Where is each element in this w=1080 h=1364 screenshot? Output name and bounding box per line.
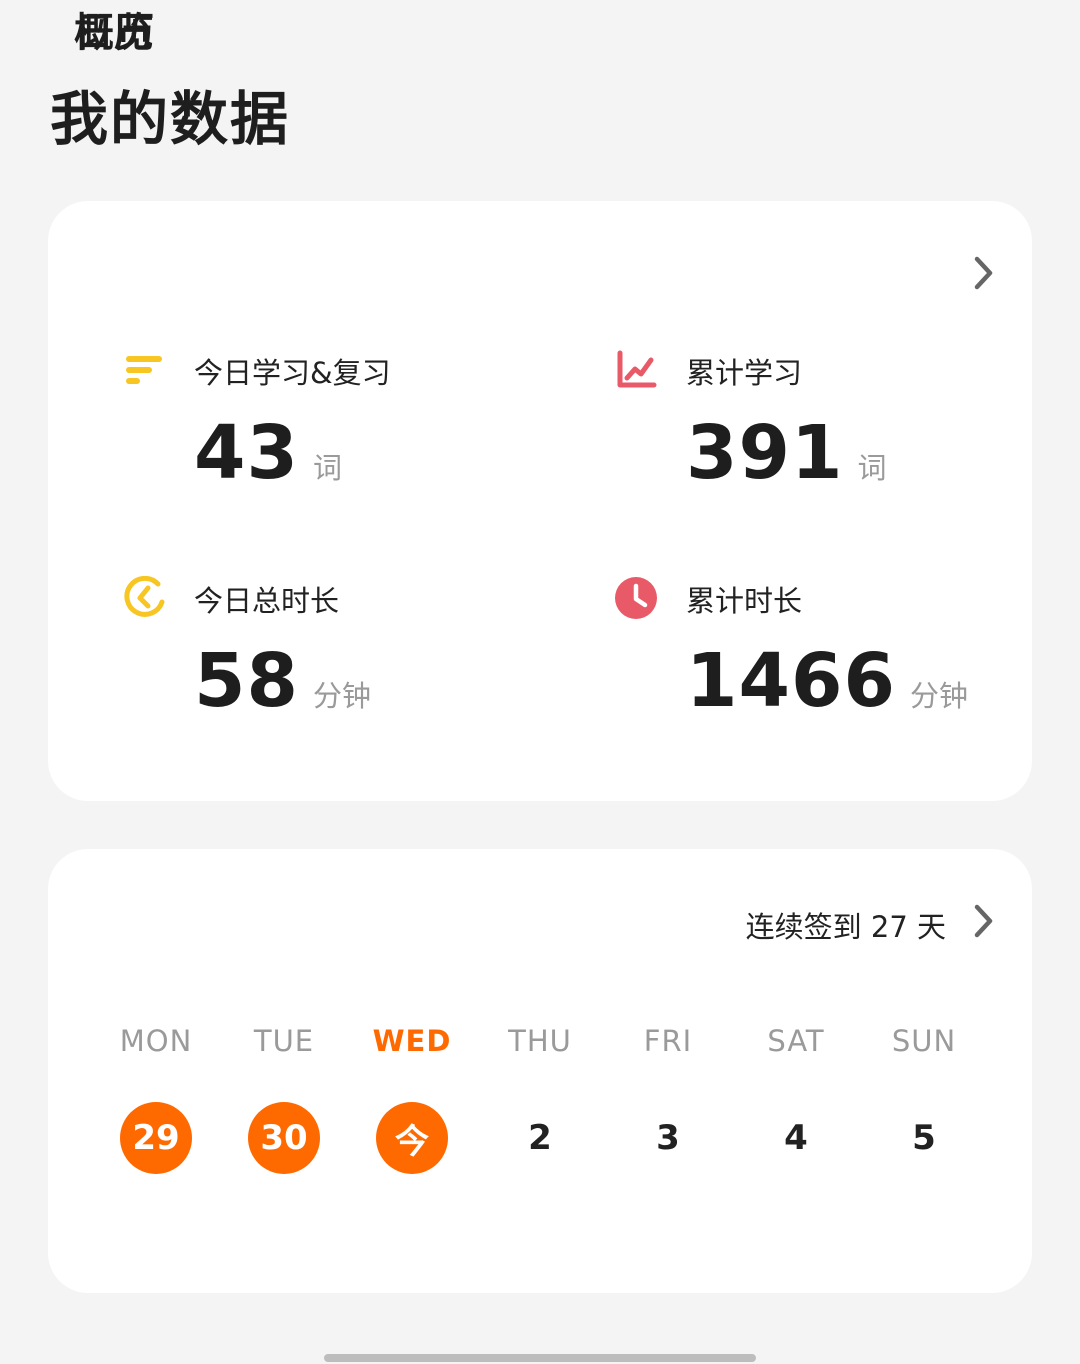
my-data-page: 我的数据 概览 今日学习&复习 43 词 累计学习 391 词 今日总时长 58…	[0, 0, 1080, 1364]
stat-unit: 词	[312, 451, 342, 485]
stat-label: 今日总时长	[194, 584, 340, 618]
home-indicator[interactable]	[324, 1354, 756, 1362]
chevron-right-icon[interactable]	[964, 901, 1004, 941]
weekday-sat: SAT	[767, 1024, 825, 1058]
calendar-day[interactable]: 2	[504, 1102, 576, 1174]
weekday-thu: THU	[508, 1024, 572, 1058]
stat-unit: 分钟	[909, 679, 968, 713]
weekday-tue: TUE	[253, 1024, 315, 1058]
stat-total-duration: 累计时长 1466 分钟	[614, 576, 1054, 736]
stat-total-study: 累计学习 391 词	[614, 348, 1054, 508]
stat-unit: 词	[857, 451, 887, 485]
calendar-day[interactable]: 30	[248, 1102, 320, 1174]
stat-label: 累计时长	[686, 584, 803, 618]
stat-label: 累计学习	[686, 356, 803, 390]
stat-today-study: 今日学习&复习 43 词	[122, 348, 562, 508]
stat-value: 1466	[686, 638, 896, 724]
stat-unit: 分钟	[312, 679, 371, 713]
timer-icon	[122, 576, 166, 620]
page-title: 我的数据	[50, 85, 291, 153]
line-chart-icon	[614, 348, 658, 392]
stat-value: 43	[194, 410, 299, 496]
calendar-day[interactable]: 3	[632, 1102, 704, 1174]
calendar-day-today[interactable]: 今	[376, 1102, 448, 1174]
stat-today-duration: 今日总时长 58 分钟	[122, 576, 562, 736]
chevron-right-icon[interactable]	[964, 253, 1004, 293]
clock-icon	[614, 576, 658, 620]
bars-icon	[122, 348, 166, 392]
weekday-mon: MON	[119, 1024, 193, 1058]
weekday-sun: SUN	[891, 1024, 957, 1058]
stat-label: 今日学习&复习	[194, 356, 391, 390]
calendar-day[interactable]: 29	[120, 1102, 192, 1174]
calendar-day[interactable]: 5	[888, 1102, 960, 1174]
weekday-fri: FRI	[643, 1024, 693, 1058]
calendar-day[interactable]: 4	[760, 1102, 832, 1174]
streak-text[interactable]: 连续签到 27 天	[746, 904, 946, 946]
calendar-title: 日历	[74, 10, 154, 56]
weekday-wed: WED	[372, 1024, 452, 1058]
stat-value: 58	[194, 638, 299, 724]
stat-value: 391	[686, 410, 844, 496]
